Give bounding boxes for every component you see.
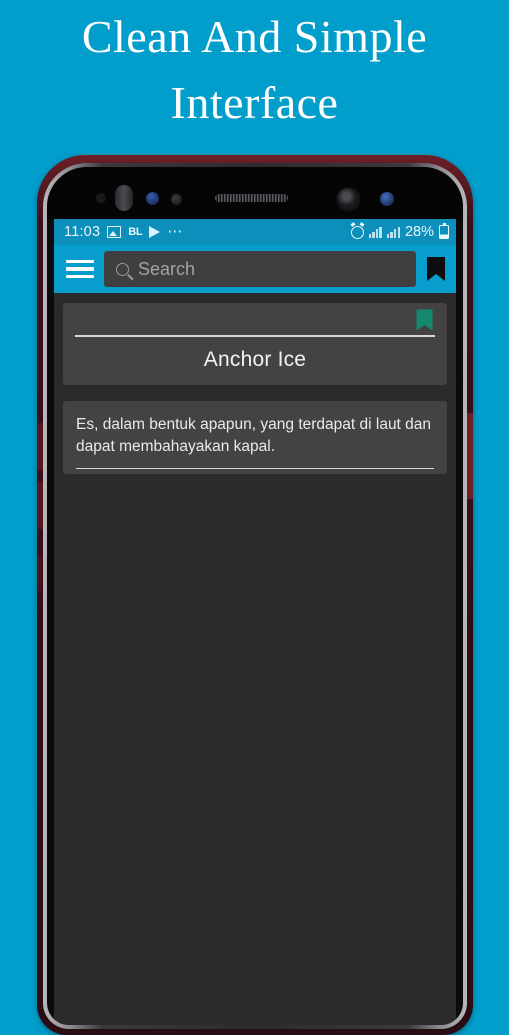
- overflow-dots-icon: ⋯: [167, 223, 184, 240]
- signal-bars-icon: [368, 226, 382, 238]
- status-bar-clock: 11:03: [64, 224, 101, 240]
- volume-up-button[interactable]: [37, 423, 43, 471]
- earpiece-speaker-icon: [215, 194, 288, 202]
- phone-body: 11:03 BL ⋯ 28% Search Anchor Ice Es, dal…: [47, 167, 463, 1025]
- phone-screen: 11:03 BL ⋯ 28% Search Anchor Ice Es, dal…: [54, 219, 456, 1025]
- proximity-sensor-icon: [96, 193, 106, 203]
- photo-icon: [107, 226, 122, 238]
- front-camera-icon: [336, 187, 361, 212]
- status-bar-right: 28%: [350, 223, 449, 240]
- phone-mockup: 11:03 BL ⋯ 28% Search Anchor Ice Es, dal…: [37, 155, 473, 1035]
- content-area: Anchor Ice Es, dalam bentuk apapun, yang…: [54, 293, 456, 1025]
- bixby-button[interactable]: [37, 555, 42, 591]
- bookmark-icon[interactable]: [426, 256, 446, 282]
- entry-bookmark-row: [73, 309, 437, 331]
- search-icon: [116, 262, 129, 276]
- entry-header-card[interactable]: Anchor Ice: [63, 303, 447, 385]
- app-toolbar: Search: [54, 245, 456, 293]
- entry-title: Anchor Ice: [203, 347, 307, 371]
- search-placeholder-label: Search: [138, 258, 196, 279]
- bl-badge: BL: [128, 226, 143, 238]
- definition-text: Es, dalam bentuk apapun, yang terdapat d…: [76, 415, 432, 455]
- status-bar: 11:03 BL ⋯ 28%: [54, 219, 456, 245]
- volume-down-button[interactable]: [37, 481, 43, 529]
- alarm-icon: [350, 225, 364, 239]
- phone-top-bezel: [47, 167, 463, 219]
- iris-scanner-icon: [115, 185, 133, 211]
- entry-divider: [75, 335, 435, 337]
- notification-led-icon: [380, 192, 394, 206]
- battery-icon: [439, 223, 449, 239]
- promo-headline: Clean And Simple Interface: [81, 11, 428, 128]
- search-input[interactable]: Search: [104, 251, 416, 287]
- bookmark-filled-icon[interactable]: [416, 309, 433, 331]
- light-sensor-icon: [171, 194, 182, 205]
- status-bar-left: 11:03 BL ⋯: [64, 224, 183, 240]
- definition-card[interactable]: Es, dalam bentuk apapun, yang terdapat d…: [63, 400, 447, 474]
- battery-percent-label: 28%: [404, 224, 434, 240]
- power-button[interactable]: [467, 413, 473, 499]
- play-icon: [149, 226, 161, 238]
- entry-header-inner: [63, 303, 447, 337]
- front-camera-sensor-icon: [146, 192, 159, 205]
- hamburger-menu-icon[interactable]: [66, 258, 94, 280]
- signal-bars-icon-2: [386, 226, 400, 238]
